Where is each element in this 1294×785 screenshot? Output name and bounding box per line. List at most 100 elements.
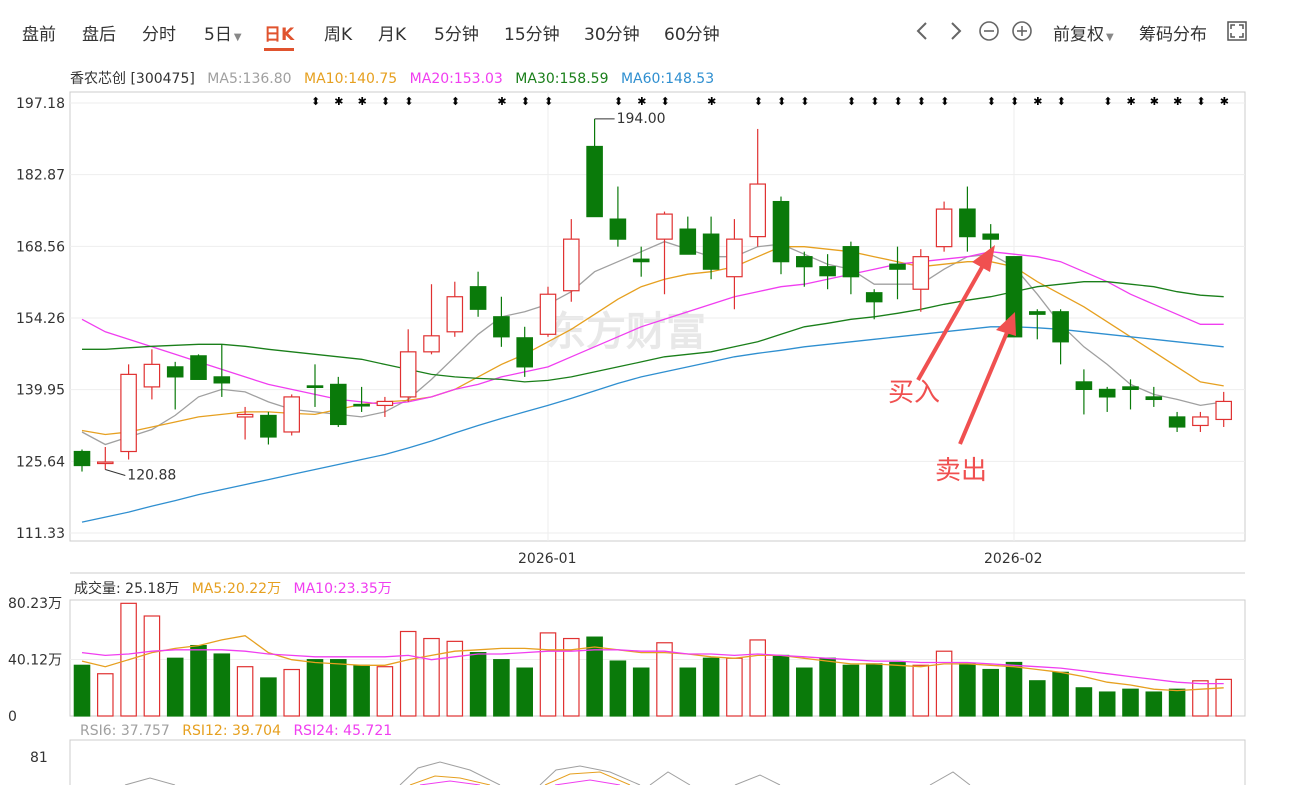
volume-bar (1168, 688, 1186, 717)
caret-down-icon: ▼ (1106, 32, 1114, 43)
volume-bar (1192, 680, 1209, 717)
volume-bar (959, 663, 976, 717)
event-marker-icon: ⬍ (451, 95, 460, 108)
volume-bar (1122, 688, 1139, 717)
volume-legend: 成交量: 25.18万 MA5:20.22万 MA10:23.35万 (74, 578, 400, 598)
rsi6-line (649, 771, 691, 785)
event-marker-icon: ✱ (1220, 95, 1229, 108)
watermark: 东方财富 (546, 309, 706, 355)
volume-bar (353, 664, 370, 717)
volume-value: 成交量: 25.18万 (74, 581, 180, 597)
buy-annotation: 买入 (888, 378, 941, 408)
candle-body (679, 228, 697, 255)
tab-monthly-k[interactable]: 月K (378, 20, 406, 45)
sell-annotation: 卖出 (935, 456, 988, 486)
tab-60min[interactable]: 60分钟 (664, 20, 720, 45)
volume-axis-tick: 0 (8, 709, 17, 725)
event-marker-icon: ⬍ (544, 95, 553, 108)
event-marker-icon: ⬍ (917, 95, 926, 108)
stock-name: 香农芯创 [300475] (70, 71, 195, 87)
ma5-legend: MA5:136.80 (207, 71, 292, 87)
event-marker-icon: ⬍ (847, 95, 856, 108)
candle-body (166, 366, 184, 378)
tab-5day[interactable]: 5日 ▼ (204, 20, 242, 45)
candle-body (656, 213, 673, 240)
zoom-in-icon[interactable] (1011, 20, 1033, 47)
volume-bar (632, 667, 650, 717)
tab-15min[interactable]: 15分钟 (504, 20, 560, 45)
candle-body (772, 200, 790, 263)
chevron-right-icon[interactable] (946, 20, 964, 47)
volume-bar (283, 668, 300, 717)
tab-premarket[interactable]: 盘前 (22, 20, 56, 45)
rsi6-line (539, 765, 641, 785)
rsi24-legend: RSI24: 45.721 (293, 723, 393, 739)
tab-intraday[interactable]: 分时 (142, 20, 176, 45)
date-axis-tick: 2026-01 (518, 551, 577, 567)
candle-body (819, 266, 836, 277)
volume-ma10-line (81, 649, 1224, 685)
volume-ma5-line (81, 635, 1224, 692)
volume-bar (306, 659, 324, 717)
candle-body (632, 258, 650, 263)
tab-afterhours[interactable]: 盘后 (82, 20, 116, 45)
event-marker-icon: ⬍ (777, 95, 786, 108)
volume-panel (69, 599, 1246, 717)
ma10-line (81, 246, 1224, 436)
event-marker-icon: ⬍ (940, 95, 949, 108)
sell-arrow (958, 329, 1010, 445)
candle-body (469, 286, 487, 310)
price-axis-tick: 125.64 (16, 454, 65, 470)
volume-bar (935, 650, 953, 717)
volume-bar (865, 663, 883, 717)
volume-bar (493, 659, 510, 717)
date-axis-tick: 2026-02 (984, 551, 1043, 567)
volume-bar (842, 664, 860, 717)
candle-body (1168, 416, 1186, 428)
kline-chart[interactable]: 东方财富 197.18 182.87 168.56 154.26 139.95 125.6… (0, 0, 1294, 785)
zoom-out-icon[interactable] (978, 20, 1000, 47)
sell-arrow-head (996, 312, 1016, 336)
tab-5min[interactable]: 5分钟 (434, 20, 479, 45)
adjust-dropdown[interactable]: 前复权 ▼ (1053, 20, 1114, 45)
candle-body (306, 385, 324, 388)
adjust-label: 前复权 (1053, 25, 1104, 45)
event-marker-icon: ✱ (497, 95, 506, 108)
tab-5day-label: 5日 (204, 25, 232, 45)
tab-weekly-k[interactable]: 周K (324, 20, 352, 45)
candle-body (539, 293, 557, 335)
volume-bar (1052, 671, 1069, 717)
event-marker-icon: ⬍ (661, 95, 670, 108)
rsi12-line (409, 775, 491, 785)
volume-bar (656, 642, 673, 717)
candle-body (516, 337, 533, 368)
volume-bar (143, 615, 161, 717)
volume-bar (1029, 680, 1046, 717)
event-marker-icon: ✱ (637, 95, 646, 108)
candle-body (190, 355, 207, 380)
candle-body (1052, 311, 1069, 343)
volume-bar (330, 659, 347, 717)
candle-body (1145, 396, 1163, 401)
volume-bar (912, 664, 930, 717)
candle-body (889, 263, 906, 270)
chip-distribution-button[interactable]: 筹码分布 (1139, 20, 1207, 45)
ma60-legend: MA60:148.53 (620, 71, 715, 87)
ma60-line (81, 326, 1224, 523)
volume-bar (190, 644, 207, 717)
fullscreen-icon[interactable] (1226, 20, 1248, 47)
rsi12-legend: RSI12: 39.704 (182, 723, 281, 739)
period-toolbar: 盘前 盘后 分时 5日 ▼ 日K 周K 月K 5分钟 15分钟 30分钟 60分钟… (0, 0, 1294, 62)
candle-body (143, 363, 161, 388)
rsi-panel (69, 739, 1246, 785)
ma30-line (82, 281, 1224, 383)
tab-30min[interactable]: 30分钟 (584, 20, 640, 45)
volume-bar (726, 657, 743, 717)
chevron-left-icon[interactable] (914, 20, 932, 47)
rsi6-legend: RSI6: 37.757 (80, 723, 170, 739)
event-marker-icon: ✱ (1150, 95, 1159, 108)
event-marker-icon: ✱ (707, 95, 716, 108)
volume-bar (1075, 687, 1093, 717)
tab-daily-k[interactable]: 日K (264, 20, 295, 51)
price-legend: 香农芯创 [300475] MA5:136.80 MA10:140.75 MA2… (70, 68, 722, 88)
